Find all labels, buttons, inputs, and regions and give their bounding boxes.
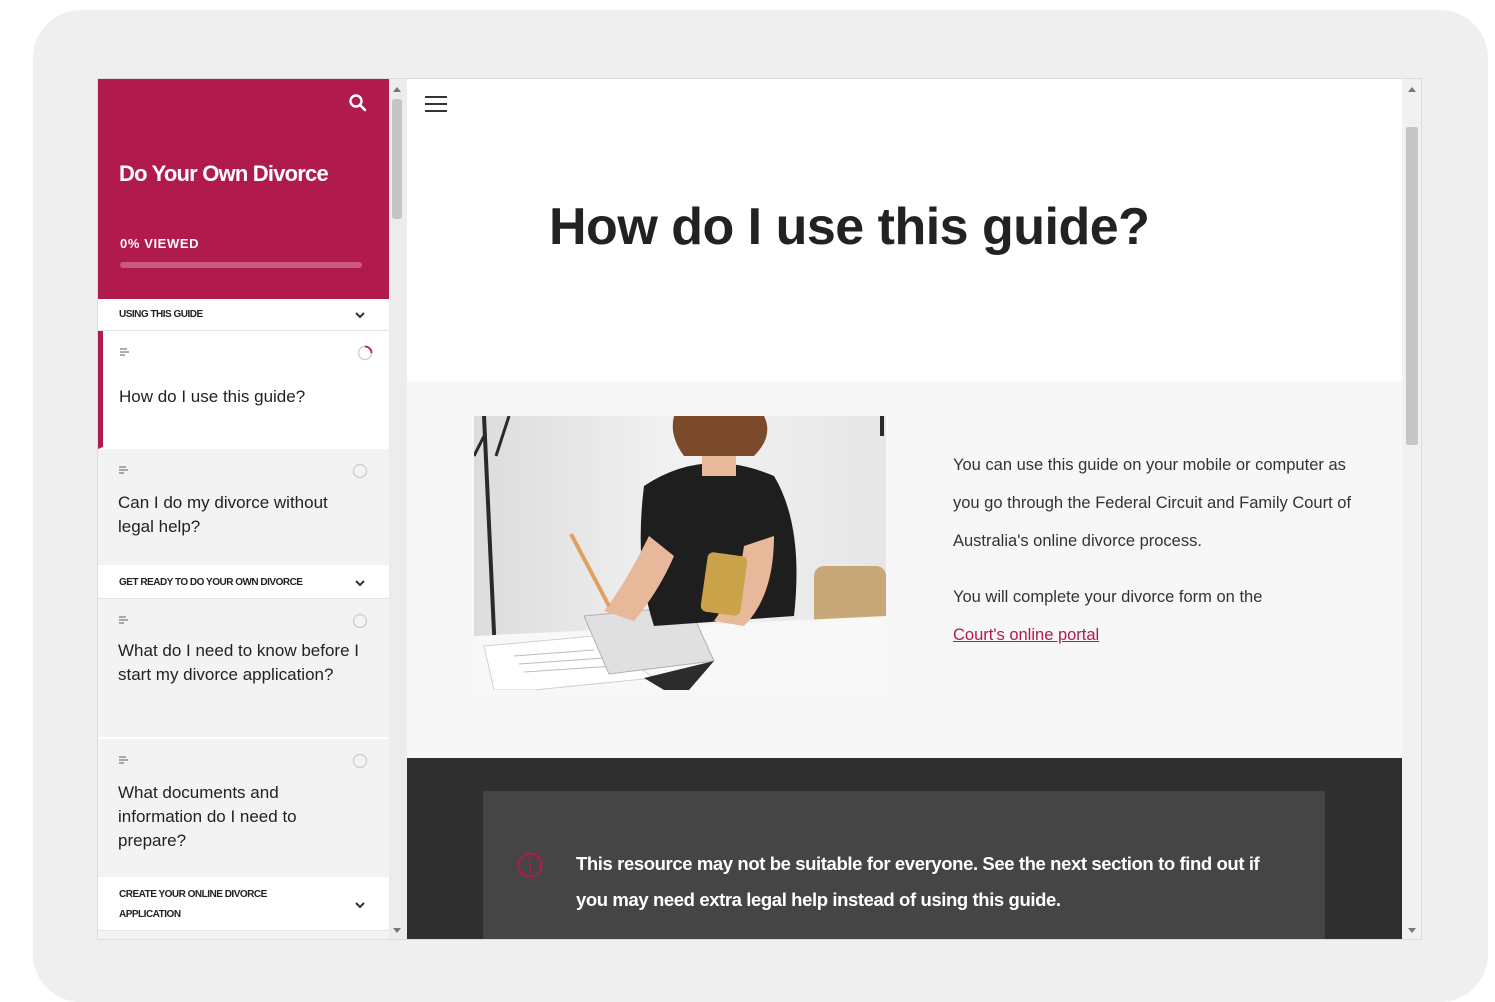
lesson-header: How do I use this guide? [407, 79, 1402, 381]
lesson-title: How do I use this guide? [119, 387, 306, 406]
page-title: How do I use this guide? [549, 198, 1150, 256]
not-started-status-icon [352, 753, 368, 769]
scroll-down-arrow[interactable] [1408, 928, 1416, 933]
intro-text: You can use this guide on your mobile or… [953, 446, 1353, 654]
in-progress-status-icon [357, 345, 373, 361]
chevron-down-icon [355, 312, 365, 319]
sidebar-header: Do Your Own Divorce 0% VIEWED [98, 79, 389, 299]
notice-band: This resource may not be suitable for ev… [407, 758, 1402, 939]
lesson-can-i-do-my-divorce-without-legal-help[interactable]: Can I do my divorce without legal help? [98, 449, 389, 567]
intro-paragraph-2: You will complete your divorce form on t… [953, 578, 1353, 654]
lesson-text-icon [119, 756, 128, 764]
lesson-text-icon [119, 466, 128, 474]
section-using-this-guide[interactable]: USING THIS GUIDE [98, 299, 389, 331]
section-label: CREATE YOUR ONLINE DIVORCE APPLICATION [119, 889, 267, 920]
scroll-down-arrow[interactable] [393, 928, 401, 933]
section-label: USING THIS GUIDE [119, 309, 203, 320]
course-title: Do Your Own Divorce [119, 161, 329, 186]
lesson-what-documents-and-information[interactable]: What documents and information do I need… [98, 739, 389, 879]
not-started-status-icon [352, 613, 368, 629]
content-scrollbar[interactable] [1402, 79, 1421, 939]
scroll-up-arrow[interactable] [393, 87, 401, 92]
lesson-text-icon [120, 348, 129, 356]
chevron-down-icon [355, 580, 365, 587]
lesson-title: What documents and information do I need… [118, 783, 297, 850]
intro-paragraph-1: You can use this guide on your mobile or… [953, 456, 1352, 550]
lesson-title: Can I do my divorce without legal help? [118, 493, 328, 536]
course-sidebar: Do Your Own Divorce 0% VIEWED USING THIS… [98, 79, 389, 939]
not-started-status-icon [352, 463, 368, 479]
callout-text: This resource may not be suitable for ev… [576, 853, 1260, 910]
progress-label: 0% VIEWED [120, 236, 200, 251]
section-get-ready[interactable]: GET READY TO DO YOUR OWN DIVORCE [98, 567, 389, 599]
lesson-title: What do I need to know before I start my… [118, 641, 359, 684]
sidebar-scrollbar[interactable] [389, 79, 407, 939]
court-online-portal-link[interactable]: Court's online portal [953, 626, 1099, 644]
lesson-text-icon [119, 616, 128, 624]
intro-paragraph-2-text: You will complete your divorce form on t… [953, 588, 1263, 606]
info-circle-icon [517, 852, 543, 878]
lesson-content: How do I use this guide? You can use thi… [407, 79, 1402, 939]
app-window: Do Your Own Divorce 0% VIEWED USING THIS… [97, 78, 1422, 940]
scrollbar-thumb[interactable] [392, 99, 402, 219]
search-icon[interactable] [348, 93, 368, 113]
warning-callout: This resource may not be suitable for ev… [483, 791, 1325, 939]
progress-bar [120, 262, 362, 268]
hamburger-menu-icon[interactable] [425, 96, 447, 114]
lesson-how-do-i-use-this-guide[interactable]: How do I use this guide? [98, 331, 389, 449]
scroll-up-arrow[interactable] [1408, 87, 1416, 92]
lesson-what-do-i-need-to-know[interactable]: What do I need to know before I start my… [98, 599, 389, 739]
section-label: GET READY TO DO YOUR OWN DIVORCE [119, 577, 303, 588]
woman-with-phone-image [474, 416, 886, 690]
chevron-down-icon [355, 902, 365, 909]
scrollbar-thumb[interactable] [1406, 127, 1418, 445]
section-create-online-application[interactable]: CREATE YOUR ONLINE DIVORCE APPLICATION [98, 879, 389, 931]
